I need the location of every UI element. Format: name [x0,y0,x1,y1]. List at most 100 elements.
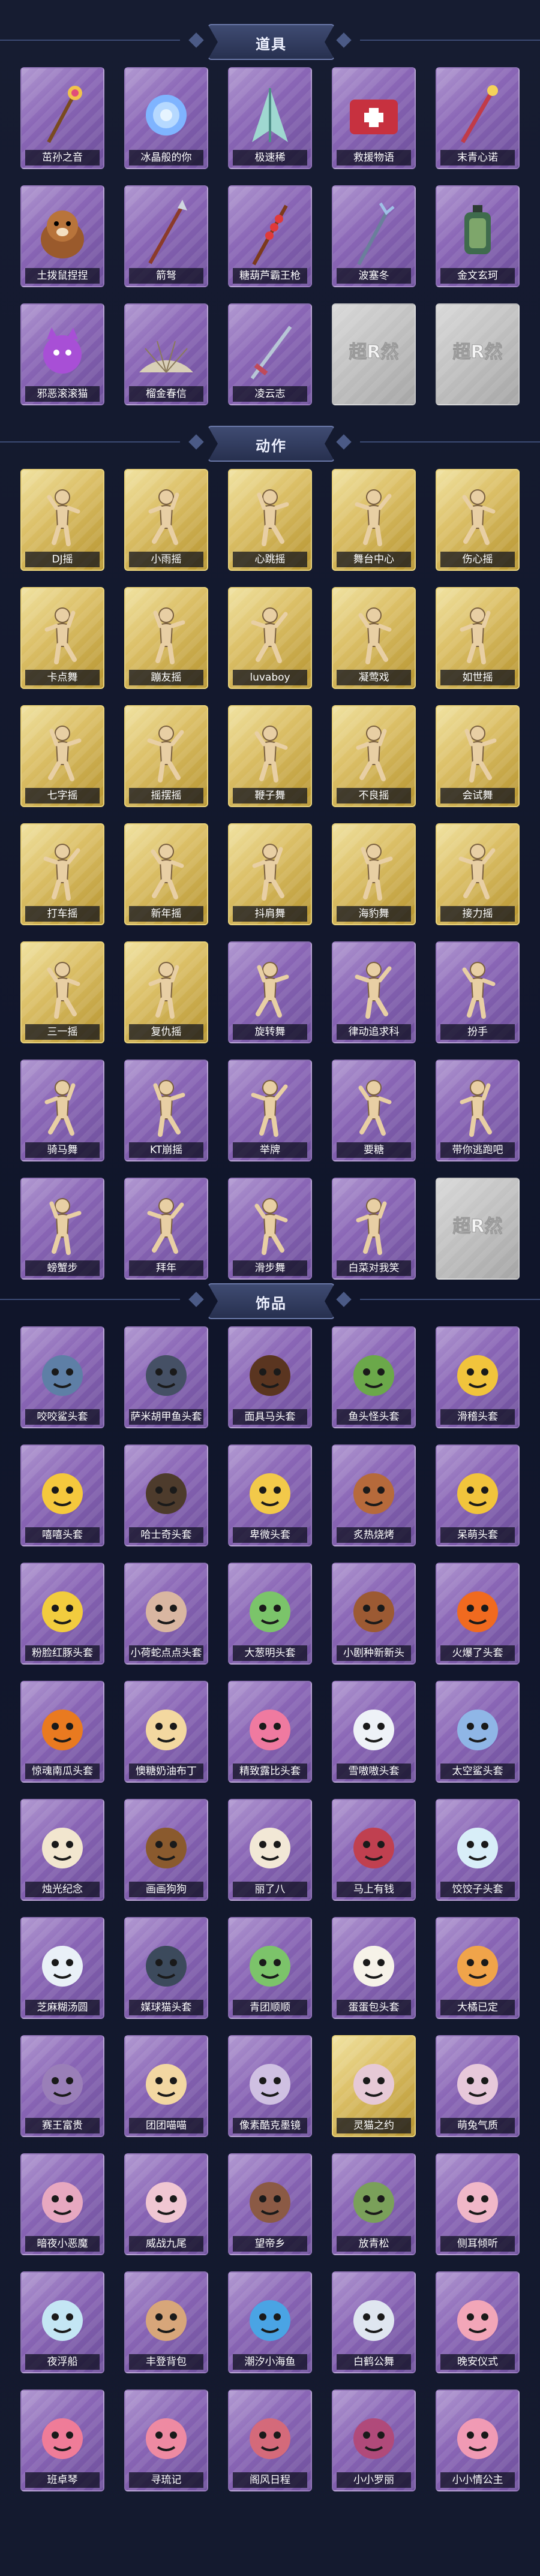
item-card[interactable]: 大葱明头套 [228,1563,312,1665]
item-card[interactable]: DJ摇 [20,469,104,571]
item-card[interactable]: 滑步舞 [228,1178,312,1280]
item-card[interactable]: 烛光纪念 [20,1799,104,1901]
item-card[interactable]: 心跳摇 [228,469,312,571]
item-card[interactable]: 小剧种新新头 [332,1563,416,1665]
item-card[interactable]: 要糖 [332,1060,416,1161]
item-card[interactable]: 夜浮船 [20,2271,104,2373]
item-card[interactable]: 精致露比头套 [228,1681,312,1783]
item-card[interactable]: 拜年 [124,1178,208,1280]
item-card[interactable]: 炙热烧烤 [332,1445,416,1546]
item-card[interactable]: 新年摇 [124,823,208,925]
item-card[interactable]: 嘻嘻头套 [20,1445,104,1546]
item-card[interactable]: KT崩摇 [124,1060,208,1161]
item-card[interactable]: 抖肩舞 [228,823,312,925]
item-card[interactable]: 暗夜小恶魔 [20,2153,104,2255]
item-card[interactable]: 蛋蛋包头套 [332,1917,416,2019]
item-card[interactable]: 媒球猫头套 [124,1917,208,2019]
item-card[interactable]: 阁风日程 [228,2390,312,2491]
item-card[interactable]: 舞台中心 [332,469,416,571]
item-card[interactable]: 如世摇 [436,587,520,689]
item-card[interactable]: 榴金春信 [124,303,208,405]
item-card[interactable]: 侧耳倾听 [436,2153,520,2255]
item-card[interactable]: 复仇摇 [124,941,208,1043]
item-card[interactable]: 潮汐小海鱼 [228,2271,312,2373]
item-card[interactable]: 金文玄珂 [436,185,520,287]
item-card[interactable]: 螃蟹步 [20,1178,104,1280]
item-card[interactable]: 极速稀 [228,67,312,169]
item-card[interactable]: 茁孙之音 [20,67,104,169]
item-card[interactable]: 糖葫芦霸王枪 [228,185,312,287]
item-card[interactable]: 晚安仪式 [436,2271,520,2373]
item-card[interactable]: 举牌 [228,1060,312,1161]
item-card[interactable]: 萌兔气质 [436,2035,520,2137]
item-card[interactable]: 惊魂南瓜头套 [20,1681,104,1783]
item-card[interactable]: 箭弩 [124,185,208,287]
item-card[interactable]: 摇摆摇 [124,705,208,807]
item-card[interactable]: 鱼头怪头套 [332,1326,416,1428]
item-card[interactable]: 雪嗷嗷头套 [332,1681,416,1783]
item-card[interactable]: 七字摇 [20,705,104,807]
item-card[interactable]: 律动追求科 [332,941,416,1043]
item-card[interactable]: 望帝乡 [228,2153,312,2255]
item-card[interactable]: 丰登背包 [124,2271,208,2373]
item-card[interactable]: 画画狗狗 [124,1799,208,1901]
item-card[interactable]: 鞭子舞 [228,705,312,807]
item-card[interactable]: 火爆了头套 [436,1563,520,1665]
item-card[interactable]: 末青心诺 [436,67,520,169]
item-card[interactable]: 粉脸红豚头套 [20,1563,104,1665]
item-card[interactable]: 小雨摇 [124,469,208,571]
item-card[interactable]: 赛王富贵 [20,2035,104,2137]
item-card[interactable]: 滑稽头套 [436,1326,520,1428]
item-card[interactable]: 卡点舞 [20,587,104,689]
item-card[interactable]: 灵猫之约 [332,2035,416,2137]
item-card[interactable]: 寻琉记 [124,2390,208,2491]
item-card[interactable]: 班卓琴 [20,2390,104,2491]
item-card[interactable]: 旋转舞 [228,941,312,1043]
item-card[interactable]: 白菜对我笑 [332,1178,416,1280]
item-card[interactable]: 小小情公主 [436,2390,520,2491]
item-card[interactable]: 三一摇 [20,941,104,1043]
item-card[interactable]: 救援物语 [332,67,416,169]
item-card[interactable]: 芝麻糊汤圆 [20,1917,104,2019]
item-card[interactable]: 波塞冬 [332,185,416,287]
item-card[interactable]: 超R然 [332,303,416,405]
item-card[interactable]: 呆萌头套 [436,1445,520,1546]
item-card[interactable]: 萨米胡甲鱼头套 [124,1326,208,1428]
item-card[interactable]: 丽了八 [228,1799,312,1901]
item-card[interactable]: 小荷蛇点点头套 [124,1563,208,1665]
item-card[interactable]: 接力摇 [436,823,520,925]
item-card[interactable]: 懊糖奶油布丁 [124,1681,208,1783]
item-card[interactable]: 大橘已定 [436,1917,520,2019]
item-card[interactable]: 冰晶般的你 [124,67,208,169]
item-card[interactable]: 面具马头套 [228,1326,312,1428]
item-card[interactable]: 超R然 [436,303,520,405]
item-card[interactable]: 不良摇 [332,705,416,807]
item-card[interactable]: 像素酷克墨镜 [228,2035,312,2137]
item-card[interactable]: 土拨鼠捏捏 [20,185,104,287]
item-card[interactable]: 海豹舞 [332,823,416,925]
item-card[interactable]: 哈士奇头套 [124,1445,208,1546]
item-card[interactable]: 放青松 [332,2153,416,2255]
item-card[interactable]: 带你逃跑吧 [436,1060,520,1161]
item-card[interactable]: 扮手 [436,941,520,1043]
item-card[interactable]: 打车摇 [20,823,104,925]
item-card[interactable]: 骑马舞 [20,1060,104,1161]
item-card[interactable]: 凌云志 [228,303,312,405]
item-card[interactable]: 太空鲨头套 [436,1681,520,1783]
item-card[interactable]: 咬咬鲨头套 [20,1326,104,1428]
item-card[interactable]: 蹦友摇 [124,587,208,689]
item-card[interactable]: luvaboy [228,587,312,689]
item-card[interactable]: 白鹤公舞 [332,2271,416,2373]
item-card[interactable]: 饺饺子头套 [436,1799,520,1901]
item-card[interactable]: 小小罗丽 [332,2390,416,2491]
item-card[interactable]: 邪恶滚滚猫 [20,303,104,405]
item-card[interactable]: 凝莺戏 [332,587,416,689]
item-card[interactable]: 青团顺顺 [228,1917,312,2019]
item-card[interactable]: 超R然 [436,1178,520,1280]
item-card[interactable]: 团团喵喵 [124,2035,208,2137]
item-card[interactable]: 会试舞 [436,705,520,807]
item-card[interactable]: 马上有钱 [332,1799,416,1901]
item-card[interactable]: 伤心摇 [436,469,520,571]
item-card[interactable]: 威战九尾 [124,2153,208,2255]
item-card[interactable]: 卑微头套 [228,1445,312,1546]
